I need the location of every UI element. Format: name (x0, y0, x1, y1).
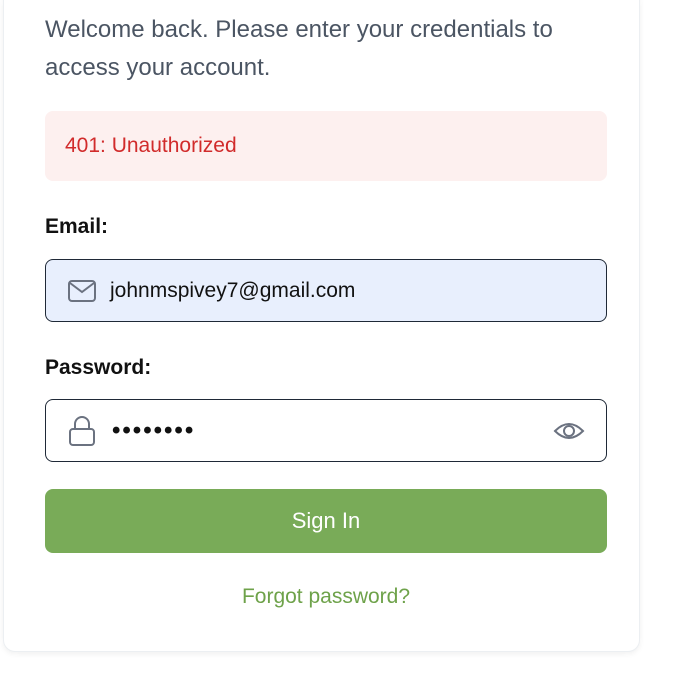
password-label: Password: (45, 356, 152, 379)
sign-in-button[interactable]: Sign In (45, 489, 607, 553)
email-label: Email: (45, 215, 109, 238)
eye-icon[interactable] (552, 414, 586, 448)
password-field[interactable]: •••••••• (45, 399, 607, 462)
error-message: 401: Unauthorized (65, 134, 237, 157)
password-value[interactable]: •••••••• (112, 417, 552, 445)
mail-icon (66, 275, 98, 307)
email-value[interactable]: johnmspivey7@gmail.com (110, 279, 606, 303)
forgot-password-link[interactable]: Forgot password? (45, 585, 607, 609)
email-field[interactable]: johnmspivey7@gmail.com (45, 259, 607, 322)
intro-text: Welcome back. Please enter your credenti… (45, 16, 553, 81)
login-card: Welcome back. Please enter your credenti… (3, 0, 640, 652)
lock-icon (66, 415, 98, 447)
error-alert: 401: Unauthorized (45, 111, 607, 181)
